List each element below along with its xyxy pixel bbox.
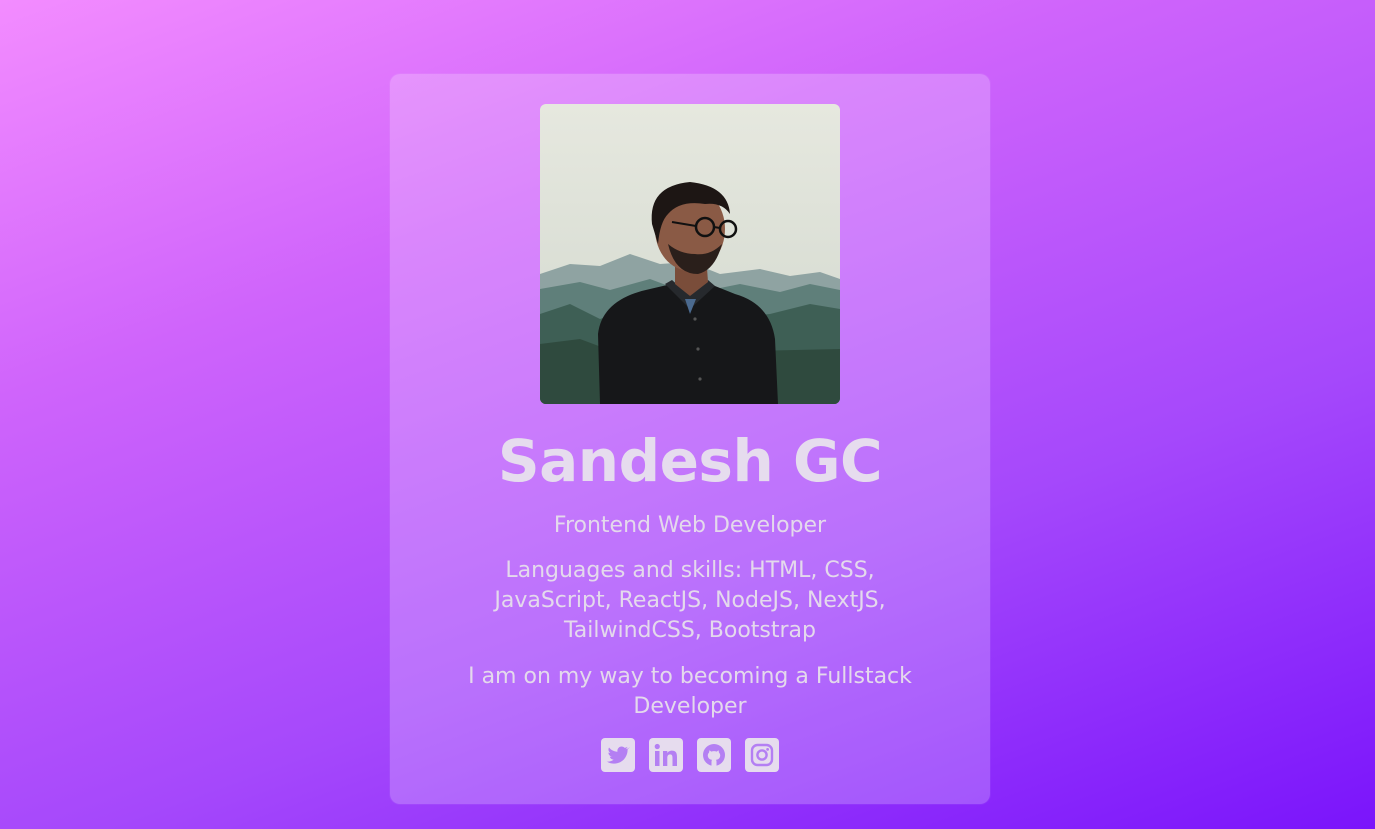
profile-skills: Languages and skills: HTML, CSS, JavaScr… [494,558,886,643]
github-icon [697,738,731,772]
github-link[interactable] [697,738,731,772]
profile-name: Sandesh GC [497,427,883,495]
linkedin-icon [649,738,683,772]
profile-card: Sandesh GC Frontend Web Developer Langua… [390,74,990,804]
twitter-icon [601,738,635,772]
profile-photo [540,104,840,404]
twitter-link[interactable] [601,738,635,772]
instagram-link[interactable] [745,738,779,772]
linkedin-link[interactable] [649,738,683,772]
profile-goal: I am on my way to becoming a Fullstack D… [468,664,912,719]
social-links [390,738,990,772]
profile-role: Frontend Web Developer [553,513,827,538]
instagram-icon [745,738,779,772]
